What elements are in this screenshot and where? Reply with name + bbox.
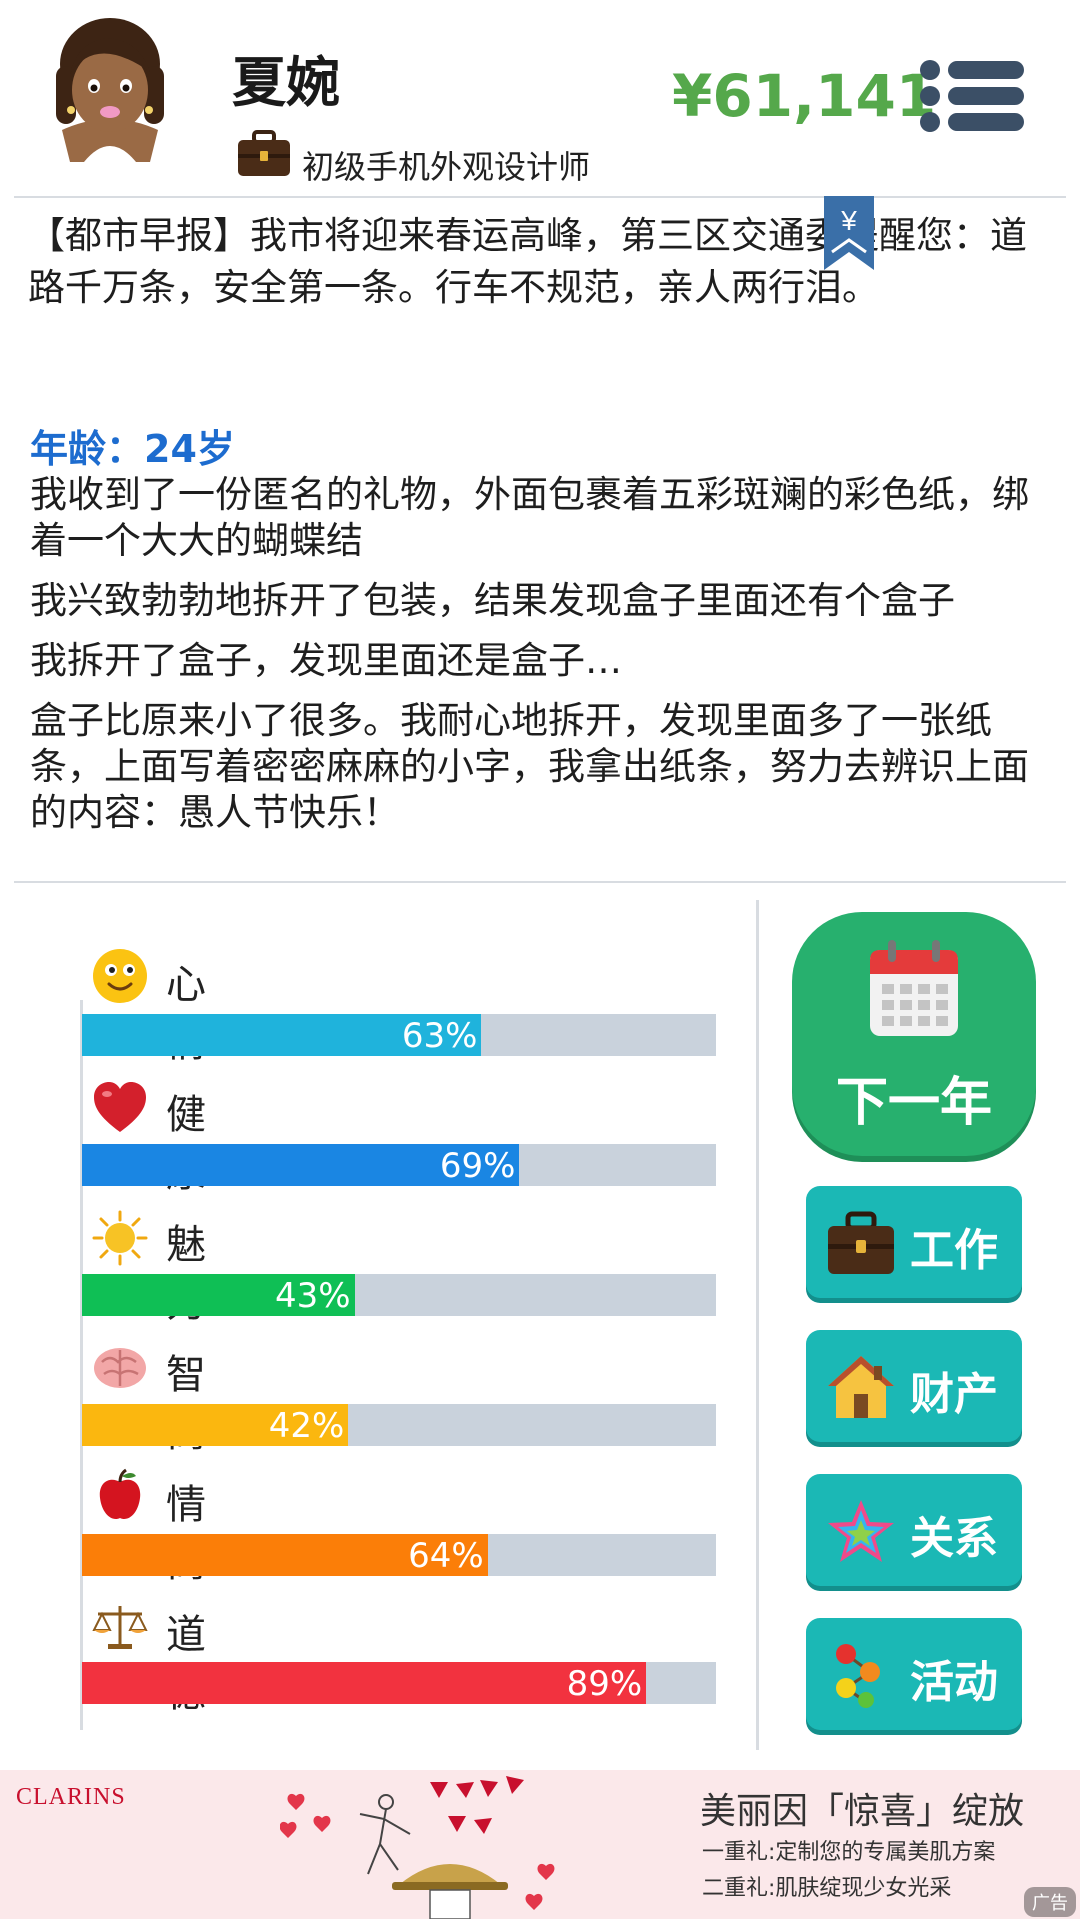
stat-bar-morality: 89% — [82, 1662, 716, 1704]
calendar-icon — [868, 938, 960, 1038]
section-divider — [14, 881, 1066, 883]
header-divider — [14, 196, 1066, 198]
work-button[interactable]: 工作 — [806, 1186, 1022, 1298]
relations-label: 关系 — [910, 1513, 998, 1564]
stat-percent-health: 69% — [439, 1146, 516, 1186]
ad-banner[interactable]: CLARINS 美丽因「惊喜」绽放 一重礼:定制您的专属美肌方案 二重礼:肌肤绽… — [0, 1770, 1080, 1919]
ad-tag: 广告 — [1024, 1887, 1076, 1917]
stat-fill-morality: 89% — [82, 1662, 647, 1704]
stat-bar-mood: 63% — [82, 1014, 716, 1056]
stat-bar-health: 69% — [82, 1144, 716, 1186]
character-name: 夏婉 — [232, 51, 340, 114]
stat-percent-charm: 43% — [275, 1276, 351, 1316]
sun-icon — [92, 1210, 148, 1266]
stat-fill-health: 69% — [82, 1144, 520, 1186]
story-log: 我收到了一份匿名的礼物，外面包裹着五彩斑斓的彩色纸，绑着一个大大的蝴蝶结 我兴致… — [30, 472, 1040, 850]
stat-bar-charm: 43% — [82, 1274, 716, 1316]
activities-icon — [826, 1642, 896, 1708]
work-label: 工作 — [910, 1225, 998, 1276]
stat-bar-iq: 42% — [82, 1404, 716, 1446]
stat-fill-mood: 63% — [82, 1014, 482, 1056]
heart-icon — [92, 1080, 148, 1136]
smiley-icon — [92, 948, 148, 1004]
avatar — [40, 12, 180, 162]
property-button[interactable]: 财产 — [806, 1330, 1022, 1442]
stat-percent-eq: 64% — [408, 1536, 484, 1576]
ad-illustration — [280, 1776, 555, 1919]
house-icon — [826, 1354, 896, 1420]
brain-icon — [92, 1340, 148, 1396]
ad-title: 美丽因「惊喜」绽放 — [700, 1791, 1025, 1832]
activities-button[interactable]: 活动 — [806, 1618, 1022, 1730]
bookmark-symbol: ¥ — [840, 205, 857, 236]
ad-line-2: 二重礼:肌肤绽现少女光采 — [702, 1876, 952, 1901]
money-amount: ¥61,141 — [672, 62, 937, 130]
story-paragraph: 我拆开了盒子，发现里面还是盒子… — [30, 639, 622, 682]
activities-label: 活动 — [910, 1657, 998, 1708]
next-year-button[interactable]: 下一年 — [792, 912, 1036, 1156]
menu-button[interactable] — [920, 56, 1026, 136]
panel-divider — [756, 900, 759, 1750]
scales-icon — [92, 1598, 148, 1654]
story-paragraph: 盒子比原来小了很多。我耐心地拆开，发现里面多了一张纸条，上面写着密密麻麻的小字，… — [30, 699, 1029, 834]
job-title: 初级手机外观设计师 — [302, 148, 591, 186]
stat-fill-eq: 64% — [82, 1534, 488, 1576]
star-icon — [826, 1498, 896, 1564]
stat-percent-morality: 89% — [566, 1664, 643, 1704]
stat-fill-charm: 43% — [82, 1274, 355, 1316]
ad-line-1: 一重礼:定制您的专属美肌方案 — [702, 1840, 996, 1865]
stats-left-rule — [80, 1000, 83, 1730]
story-paragraph: 我兴致勃勃地拆开了包装，结果发现盒子里面还有个盒子 — [30, 579, 955, 622]
property-label: 财产 — [910, 1369, 998, 1420]
age-label: 年龄：24岁 — [30, 427, 235, 471]
apple-icon — [92, 1468, 148, 1524]
briefcase-icon — [826, 1210, 896, 1276]
stat-percent-iq: 42% — [268, 1406, 345, 1446]
story-paragraph: 我收到了一份匿名的礼物，外面包裹着五彩斑斓的彩色纸，绑着一个大大的蝴蝶结 — [30, 473, 1029, 562]
briefcase-icon — [236, 130, 292, 178]
money-bookmark-icon[interactable]: ¥ — [824, 196, 874, 274]
stat-percent-mood: 63% — [401, 1016, 478, 1056]
news-ticker: 【都市早报】我市将迎来春运高峰，第三区交通委提醒您：道路千万条，安全第一条。行车… — [28, 214, 1027, 309]
stat-bar-eq: 64% — [82, 1534, 716, 1576]
relations-button[interactable]: 关系 — [806, 1474, 1022, 1586]
next-year-label: 下一年 — [835, 1073, 992, 1133]
ad-brand: CLARINS — [16, 1784, 126, 1810]
stats-panel: 心情 63% 健康 69% 魅力 43% — [0, 0, 716, 1716]
stat-fill-iq: 42% — [82, 1404, 349, 1446]
